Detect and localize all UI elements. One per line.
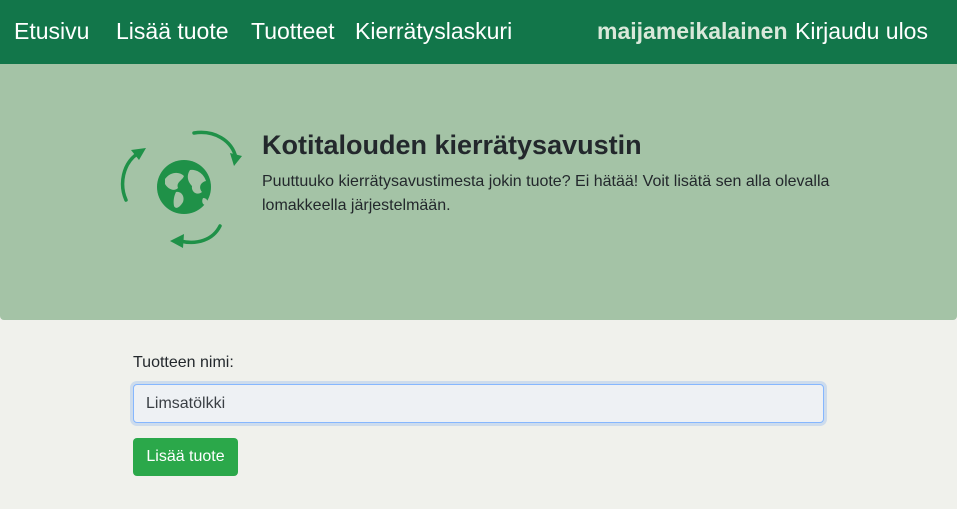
- nav-link-lisaa-tuote[interactable]: Lisää tuote: [116, 17, 229, 45]
- recycle-globe-icon: [110, 126, 250, 256]
- page-title: Kotitalouden kierrätysavustin: [262, 130, 642, 160]
- hero-banner: Kotitalouden kierrätysavustin Puuttuuko …: [0, 64, 957, 320]
- nav-link-tuotteet[interactable]: Tuotteet: [251, 17, 335, 45]
- product-name-label: Tuotteen nimi:: [133, 354, 234, 371]
- nav-link-etusivu[interactable]: Etusivu: [14, 17, 89, 45]
- navbar: Etusivu Lisää tuote Tuotteet Kierrätysla…: [0, 0, 957, 64]
- page-description: Puuttuuko kierrätysavustimesta jokin tuo…: [262, 173, 830, 214]
- product-name-input[interactable]: [133, 384, 824, 423]
- nav-link-kierratyslaskuri[interactable]: Kierrätyslaskuri: [355, 17, 512, 45]
- logout-link[interactable]: Kirjaudu ulos: [795, 17, 928, 45]
- nav-username: maijameikalainen: [597, 18, 788, 44]
- add-product-button[interactable]: Lisää tuote: [133, 438, 238, 476]
